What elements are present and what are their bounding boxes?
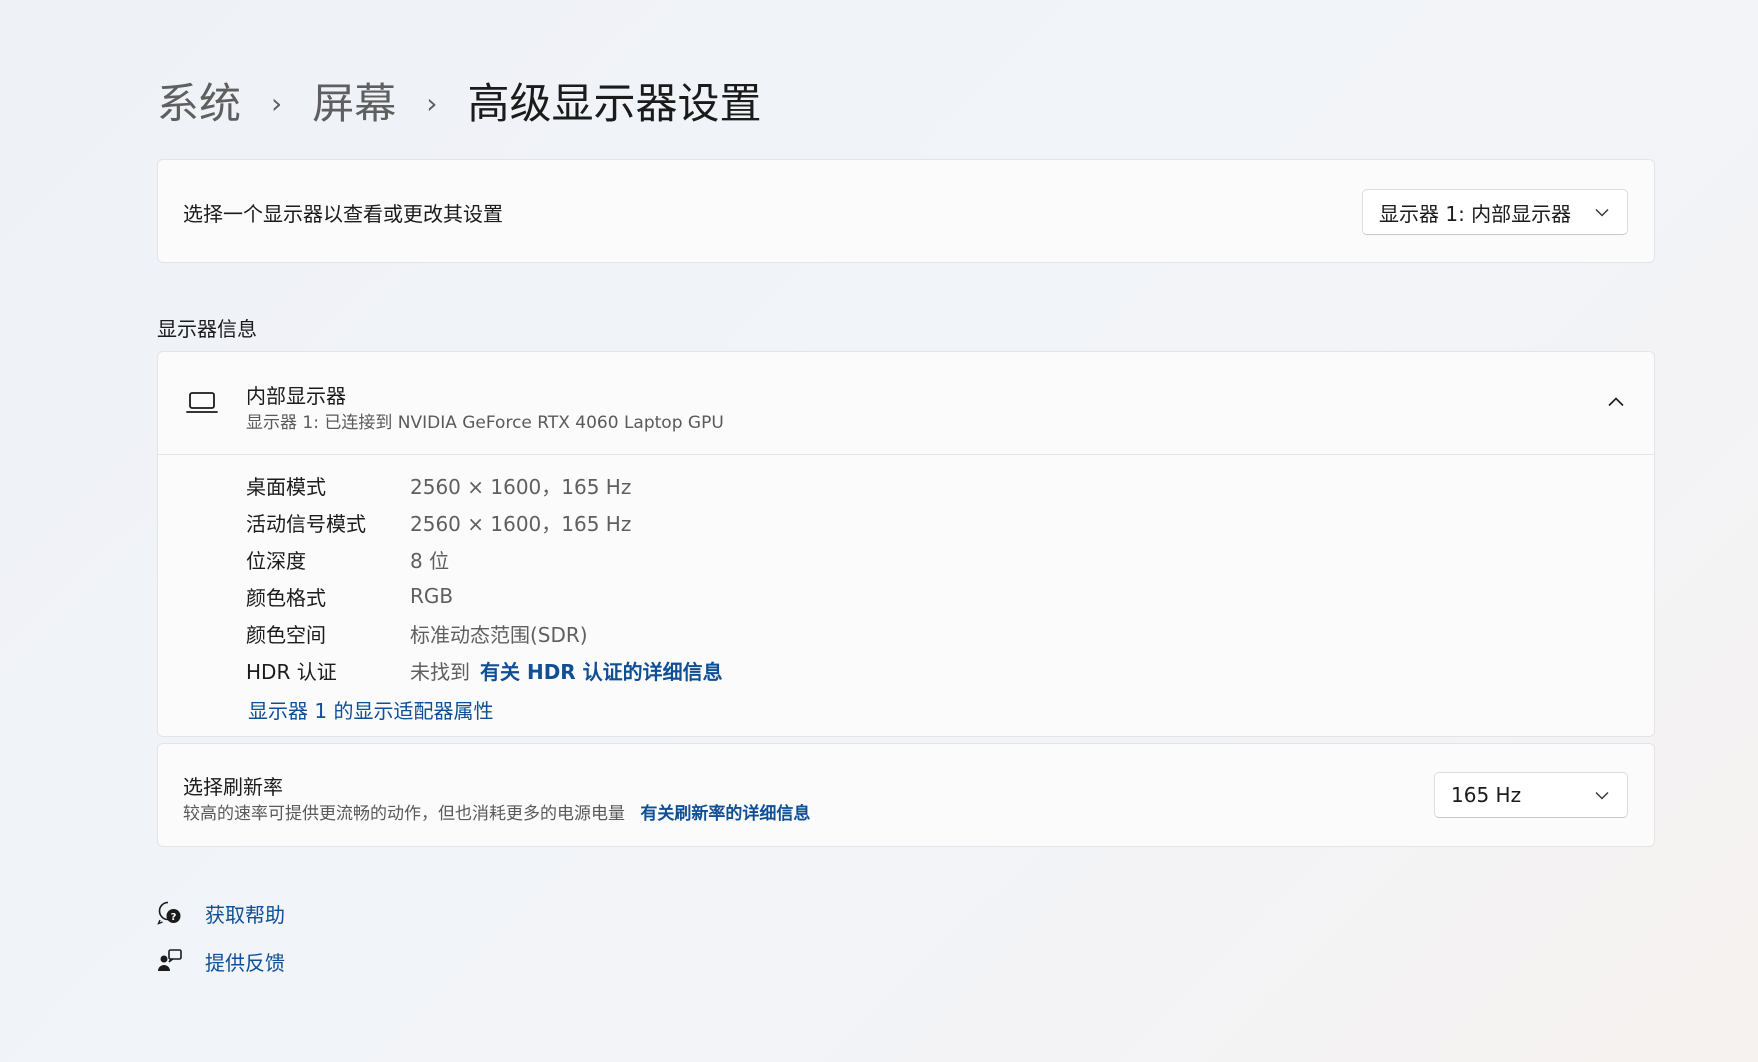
chevron-down-icon <box>1593 786 1611 804</box>
detail-value: 8 位 <box>410 548 450 573</box>
get-help-link[interactable]: ? 获取帮助 <box>157 897 285 929</box>
adapter-properties-link[interactable]: 显示器 1 的显示适配器属性 <box>248 695 493 724</box>
feedback-person-icon <box>157 948 183 974</box>
detail-row-color-space: 颜色空间 标准动态范围(SDR) <box>246 617 588 649</box>
section-title-display-info: 显示器信息 <box>157 317 257 341</box>
svg-text:?: ? <box>171 912 177 923</box>
get-help-label: 获取帮助 <box>205 902 285 927</box>
breadcrumb-separator: › <box>271 87 283 120</box>
detail-row-hdr-certification: HDR 认证 未找到 有关 HDR 认证的详细信息 <box>246 654 723 686</box>
page-title: 高级显示器设置 <box>467 79 762 128</box>
breadcrumb-separator: › <box>426 87 438 120</box>
detail-key: 活动信号模式 <box>246 511 366 536</box>
help-chat-icon: ? <box>157 900 183 926</box>
give-feedback-link[interactable]: 提供反馈 <box>157 945 285 977</box>
breadcrumb: 系统 › 屏幕 › 高级显示器设置 <box>157 72 761 136</box>
display-select-card: 选择一个显示器以查看或更改其设置 显示器 1: 内部显示器 <box>157 159 1655 263</box>
refresh-rate-card: 选择刷新率 较高的速率可提供更流畅的动作，但也消耗更多的电源电量 有关刷新率的详… <box>157 743 1655 847</box>
display-connection-subtitle: 显示器 1: 已连接到 NVIDIA GeForce RTX 4060 Lapt… <box>246 413 724 433</box>
detail-value: 2560 × 1600，165 Hz <box>410 511 632 536</box>
detail-key: 颜色空间 <box>246 622 326 647</box>
refresh-rate-value: 165 Hz <box>1451 783 1522 807</box>
give-feedback-label: 提供反馈 <box>205 950 285 975</box>
display-select-label: 选择一个显示器以查看或更改其设置 <box>183 202 503 226</box>
refresh-rate-description: 较高的速率可提供更流畅的动作，但也消耗更多的电源电量 <box>183 804 625 824</box>
detail-key: 颜色格式 <box>246 585 326 610</box>
display-select-dropdown[interactable]: 显示器 1: 内部显示器 <box>1362 189 1628 235</box>
display-info-card: 内部显示器 显示器 1: 已连接到 NVIDIA GeForce RTX 406… <box>157 351 1655 737</box>
detail-value: 未找到 <box>410 659 470 684</box>
display-name: 内部显示器 <box>246 384 346 408</box>
laptop-icon <box>186 390 218 416</box>
refresh-rate-dropdown[interactable]: 165 Hz <box>1434 772 1628 818</box>
detail-key: HDR 认证 <box>246 659 337 684</box>
hdr-details-link[interactable]: 有关 HDR 认证的详细信息 <box>480 656 723 685</box>
detail-key: 桌面模式 <box>246 474 326 499</box>
breadcrumb-item-system[interactable]: 系统 <box>157 83 241 125</box>
refresh-rate-description-row: 较高的速率可提供更流畅的动作，但也消耗更多的电源电量 有关刷新率的详细信息 <box>183 799 810 824</box>
chevron-down-icon <box>1593 203 1611 221</box>
chevron-up-icon[interactable] <box>1604 390 1628 414</box>
detail-key: 位深度 <box>246 548 306 573</box>
breadcrumb-item-display[interactable]: 屏幕 <box>312 83 396 125</box>
detail-row-bit-depth: 位深度 8 位 <box>246 543 449 575</box>
detail-row-signal-mode: 活动信号模式 2560 × 1600，165 Hz <box>246 506 631 538</box>
detail-row-color-format: 颜色格式 RGB <box>246 580 453 612</box>
detail-row-desktop-mode: 桌面模式 2560 × 1600，165 Hz <box>246 469 631 501</box>
detail-value: 2560 × 1600，165 Hz <box>410 474 632 499</box>
detail-value: 标准动态范围(SDR) <box>410 622 588 647</box>
display-select-value: 显示器 1: 内部显示器 <box>1379 201 1572 226</box>
refresh-rate-title: 选择刷新率 <box>183 775 283 799</box>
display-info-header[interactable]: 内部显示器 显示器 1: 已连接到 NVIDIA GeForce RTX 406… <box>158 352 1654 455</box>
refresh-rate-details-link[interactable]: 有关刷新率的详细信息 <box>640 804 810 824</box>
detail-value: RGB <box>410 584 454 608</box>
